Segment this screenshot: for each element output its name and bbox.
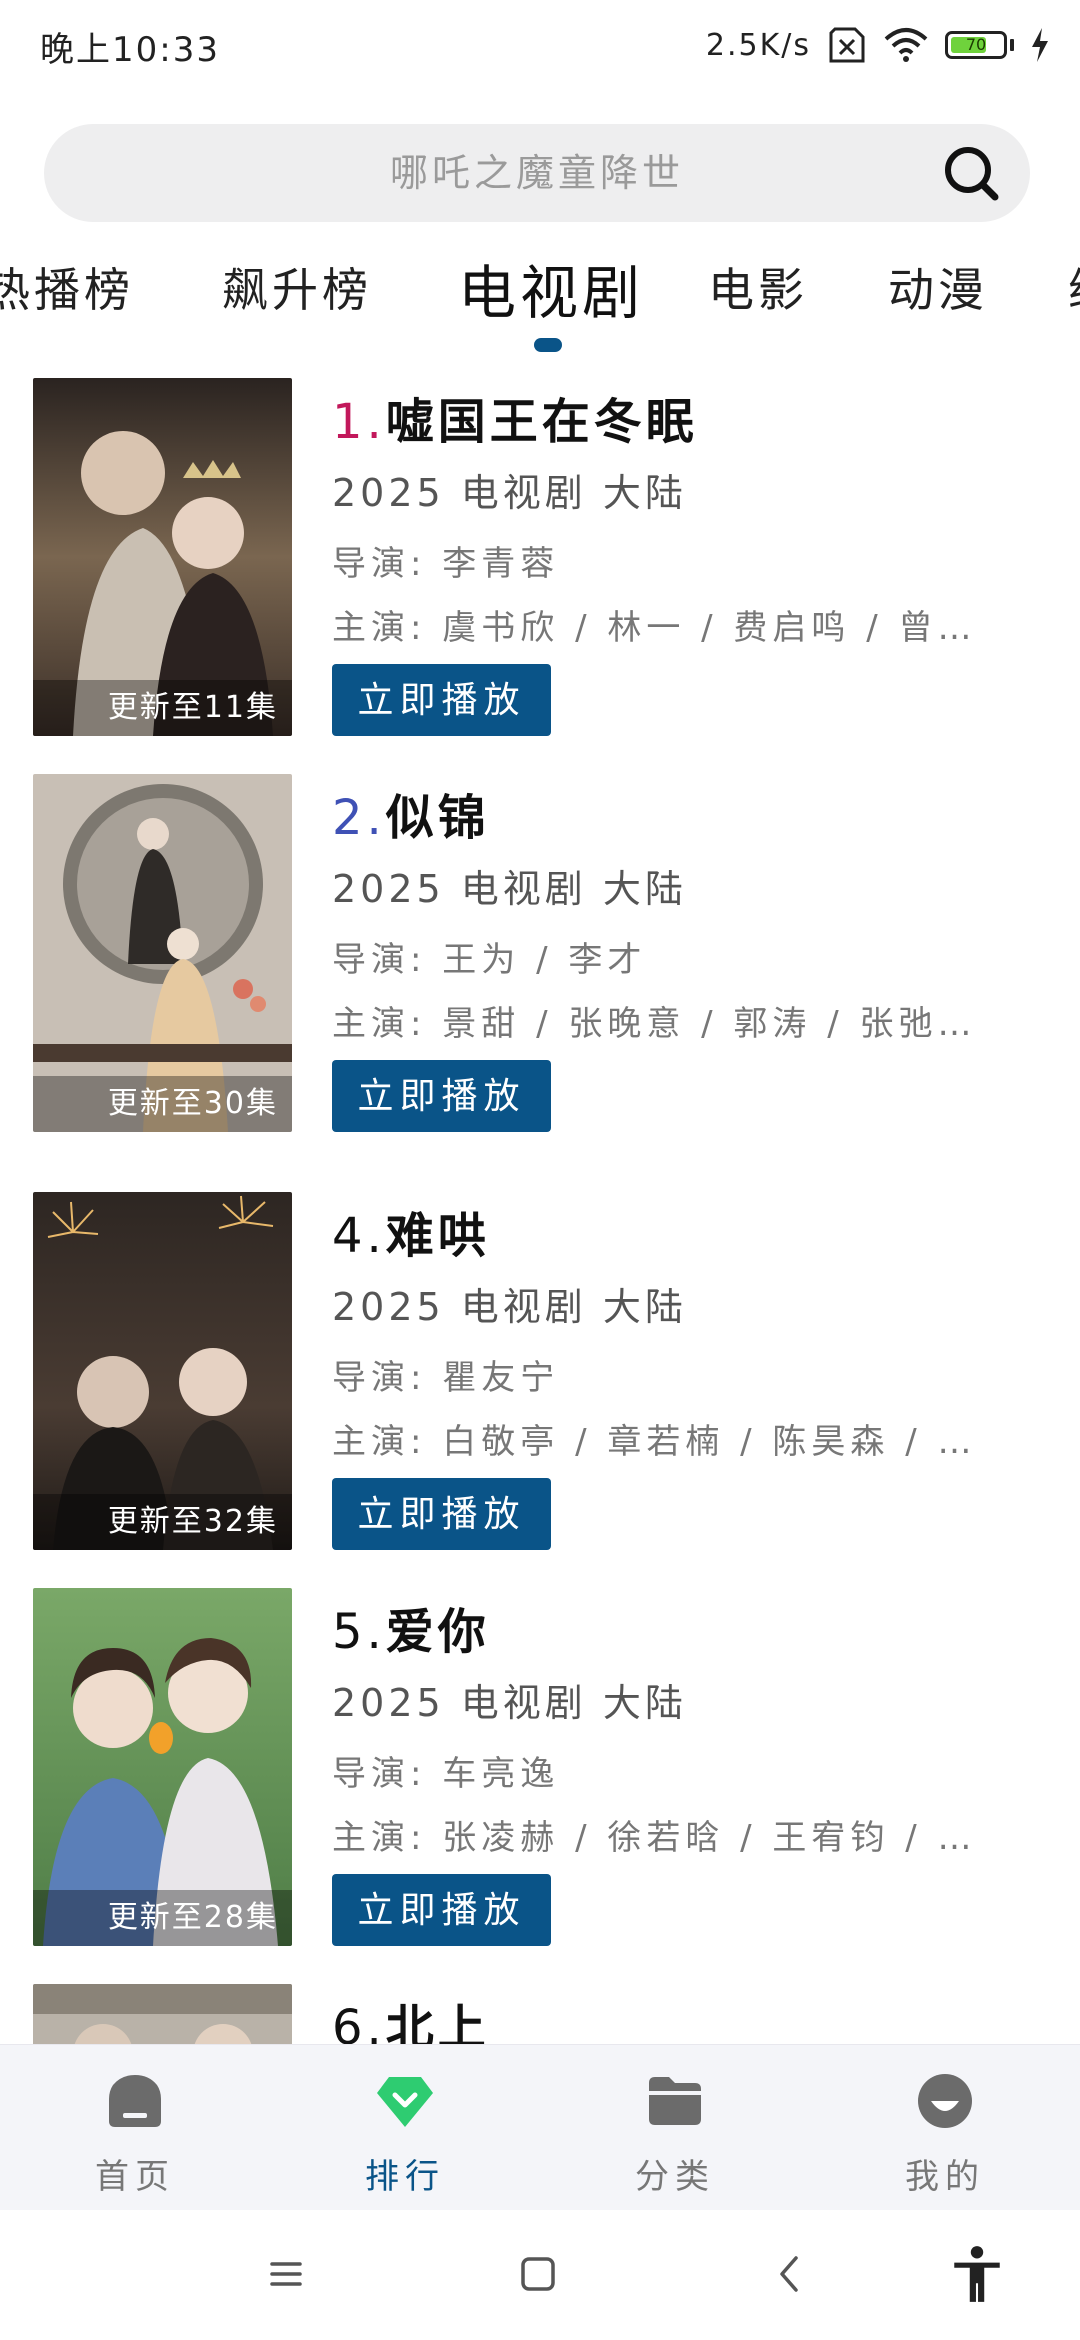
item-meta: 2025 电视剧 大陆 xyxy=(332,471,687,515)
poster-image[interactable] xyxy=(33,1984,292,2044)
status-icons: 2.5K/s 70 xyxy=(706,20,1050,70)
back-icon[interactable] xyxy=(760,2244,820,2304)
system-navigation-bar xyxy=(0,2210,1080,2340)
battery-percent: 70 xyxy=(965,35,987,54)
wifi-icon xyxy=(884,28,928,62)
tab-hot[interactable]: 热播榜 xyxy=(0,254,134,320)
item-meta: 2025 电视剧 大陆 xyxy=(332,1285,687,1329)
poster-artwork xyxy=(33,1984,292,2044)
episode-badge: 更新至32集 xyxy=(33,1494,292,1550)
item-title: 爱你 xyxy=(385,1604,490,1660)
item-meta: 2025 电视剧 大陆 xyxy=(332,867,687,911)
nav-profile[interactable]: 我的 xyxy=(810,2045,1080,2211)
tab-rising[interactable]: 飙升榜 xyxy=(222,254,372,320)
nav-ranking[interactable]: 排行 xyxy=(270,2045,540,2211)
play-now-button[interactable]: 立即播放 xyxy=(332,1874,551,1946)
episode-badge: 更新至28集 xyxy=(33,1890,292,1946)
no-sim-icon xyxy=(829,27,865,63)
item-title-row[interactable]: 5.爱你 xyxy=(332,1592,490,1662)
tab-tv-series[interactable]: 电视剧 xyxy=(458,246,644,330)
app-screen: 晚上10:33 2.5K/s 70 哪吒之魔童降世 热播榜 飙升榜 电视剧 电影… xyxy=(0,0,1080,2340)
episode-badge: 更新至30集 xyxy=(33,1076,292,1132)
item-cast: 主演: 虞书欣 / 林一 / 费启鸣 / 曾… xyxy=(332,608,977,648)
play-now-button[interactable]: 立即播放 xyxy=(332,664,551,736)
nav-profile-label: 我的 xyxy=(905,2157,985,2197)
item-title-row[interactable]: 1.嘘国王在冬眠 xyxy=(332,382,698,452)
list-item[interactable]: 更新至30集 2.似锦 2025 电视剧 大陆 导演: 王为 / 李才 主演: … xyxy=(0,774,1080,1144)
item-title: 北上 xyxy=(385,2000,490,2044)
poster-image[interactable]: 更新至28集 xyxy=(33,1588,292,1946)
list-item[interactable]: 6.北上 xyxy=(0,1984,1080,2044)
nav-home[interactable]: 首页 xyxy=(0,2045,270,2211)
search-icon[interactable] xyxy=(942,144,1002,204)
tab-anime[interactable]: 动漫 xyxy=(888,254,988,320)
item-director: 导演: 王为 / 李才 xyxy=(332,940,647,980)
tab-movies[interactable]: 电影 xyxy=(708,254,808,320)
battery-cap xyxy=(1010,39,1014,51)
rank-number: 5. xyxy=(332,1604,386,1660)
item-director: 导演: 李青蓉 xyxy=(332,544,560,584)
ranking-icon xyxy=(377,2077,433,2127)
item-title-row[interactable]: 2.似锦 xyxy=(332,778,490,848)
episode-badge: 更新至11集 xyxy=(33,680,292,736)
play-now-button[interactable]: 立即播放 xyxy=(332,1060,551,1132)
search-input[interactable] xyxy=(44,124,1030,222)
play-now-button[interactable]: 立即播放 xyxy=(332,1478,551,1550)
bottom-navigation: 首页 排行 分类 我的 xyxy=(0,2044,1080,2211)
nav-home-label: 首页 xyxy=(95,2157,175,2197)
poster-image[interactable]: 更新至32集 xyxy=(33,1192,292,1550)
poster-image[interactable]: 更新至11集 xyxy=(33,378,292,736)
item-cast: 主演: 白敬亭 / 章若楠 / 陈昊森 / … xyxy=(332,1422,977,1462)
nav-category[interactable]: 分类 xyxy=(540,2045,810,2211)
active-tab-indicator xyxy=(534,338,562,352)
item-director: 导演: 车亮逸 xyxy=(332,1754,560,1794)
item-title: 嘘国王在冬眠 xyxy=(385,394,698,450)
nav-ranking-label: 排行 xyxy=(365,2157,445,2197)
search-bar[interactable] xyxy=(44,124,1030,222)
item-meta: 2025 电视剧 大陆 xyxy=(332,1681,687,1725)
profile-icon xyxy=(918,2074,972,2128)
tab-variety[interactable]: 综 xyxy=(1068,254,1080,320)
rank-number: 6. xyxy=(332,2000,386,2044)
item-director: 导演: 瞿友宁 xyxy=(332,1358,560,1398)
nav-category-label: 分类 xyxy=(635,2157,715,2197)
menu-icon[interactable] xyxy=(256,2244,316,2304)
list-item[interactable]: 更新至32集 4.难哄 2025 电视剧 大陆 导演: 瞿友宁 主演: 白敬亭 … xyxy=(0,1192,1080,1562)
battery-icon: 70 xyxy=(945,31,1007,59)
charging-icon xyxy=(1032,28,1048,62)
home-square-icon[interactable] xyxy=(508,2244,568,2304)
rank-number: 4. xyxy=(332,1208,386,1264)
list-item[interactable]: 更新至11集 1.嘘国王在冬眠 2025 电视剧 大陆 导演: 李青蓉 主演: … xyxy=(0,378,1080,748)
item-cast: 主演: 景甜 / 张晚意 / 郭涛 / 张弛… xyxy=(332,1004,977,1044)
item-title: 难哄 xyxy=(385,1208,490,1264)
rank-number: 1. xyxy=(332,394,386,450)
status-bar: 晚上10:33 2.5K/s 70 xyxy=(0,0,1080,90)
rank-number: 2. xyxy=(332,790,386,846)
item-title-row[interactable]: 4.难哄 xyxy=(332,1196,490,1266)
network-speed: 2.5K/s xyxy=(705,27,811,63)
list-item[interactable]: 更新至28集 5.爱你 2025 电视剧 大陆 导演: 车亮逸 主演: 张凌赫 … xyxy=(0,1588,1080,1958)
item-title-row[interactable]: 6.北上 xyxy=(332,1988,490,2044)
poster-image[interactable]: 更新至30集 xyxy=(33,774,292,1132)
folder-icon xyxy=(649,2077,701,2125)
home-icon xyxy=(109,2075,161,2127)
status-time: 晚上10:33 xyxy=(40,30,220,70)
item-title: 似锦 xyxy=(385,790,490,846)
ranking-list: 更新至11集 1.嘘国王在冬眠 2025 电视剧 大陆 导演: 李青蓉 主演: … xyxy=(0,378,1080,2044)
item-cast: 主演: 张凌赫 / 徐若晗 / 王宥钧 / … xyxy=(332,1818,977,1858)
accessibility-icon[interactable] xyxy=(946,2244,1008,2306)
